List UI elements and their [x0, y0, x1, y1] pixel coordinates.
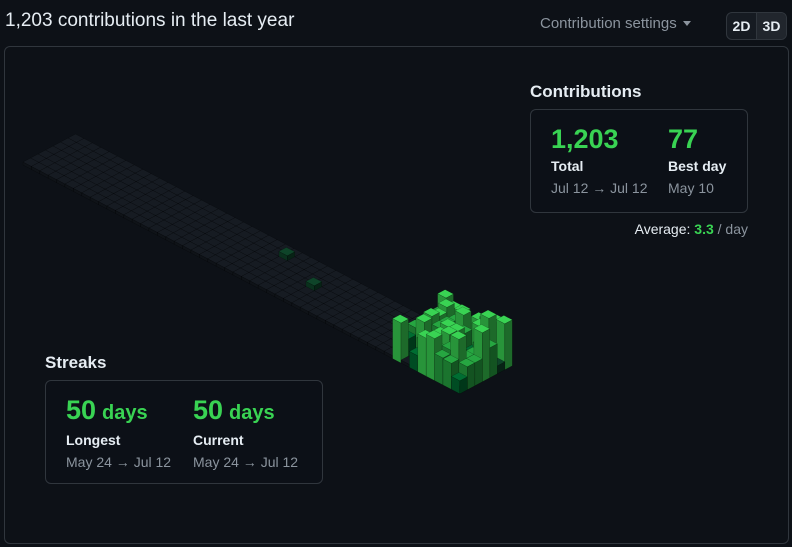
contribution-cell-face [417, 333, 427, 377]
best-day-value: 77 [668, 124, 699, 154]
streaks-card: 50 days Longest May 24 → Jul 12 50 days Cu… [45, 380, 323, 484]
contribution-cell [450, 372, 468, 395]
contribution-cell-face [504, 319, 513, 371]
contribution-cell-face [392, 318, 402, 364]
longest-streak-label: Longest [66, 432, 121, 448]
total-value: 1,203 [551, 124, 619, 154]
contribution-cell-face [474, 358, 483, 387]
longest-streak-stat: 50 days Longest May 24 → Jul 12 [66, 395, 171, 472]
current-streak-unit: days [229, 402, 275, 424]
contributions-title: 1,203 contributions in the last year [5, 10, 295, 31]
current-streak-value: 50 [193, 395, 224, 425]
view-3d-button[interactable]: 3D [757, 13, 786, 39]
total-stat: 1,203 Total Jul 12 → Jul 12 [551, 124, 648, 198]
contribution-cell [392, 314, 410, 364]
contributions-heading: Contributions [530, 82, 642, 101]
average-label: Average: [634, 221, 691, 237]
average-line: Average: 3.3 / day [635, 221, 748, 237]
header: 1,203 contributions in the last year Con… [0, 0, 792, 46]
total-range: Jul 12 → Jul 12 [551, 180, 648, 196]
contribution-cell-face [489, 343, 498, 379]
current-streak-range: May 24 → Jul 12 [193, 454, 299, 470]
isometric-calendar-panel: Contributions 1,203 Total Jul 12 → Jul 1… [4, 46, 789, 544]
contribution-cell-face [467, 362, 476, 391]
contribution-settings-dropdown[interactable]: Contribution settings [540, 15, 691, 32]
contribution-cell-face [425, 333, 435, 382]
best-day-label: Best day [668, 158, 727, 174]
longest-streak-range: May 24 → Jul 12 [66, 454, 172, 470]
contributions-card: 1,203 Total Jul 12 → Jul 12 77 Best day … [530, 109, 748, 213]
longest-streak-unit: days [102, 402, 148, 424]
best-day-date: May 10 [668, 180, 714, 196]
contribution-cell-face [482, 328, 491, 383]
streaks-heading: Streaks [45, 353, 107, 372]
longest-streak-value: 50 [66, 395, 97, 425]
total-label: Total [551, 158, 584, 174]
contribution-settings-label: Contribution settings [540, 15, 677, 32]
chevron-down-icon [682, 21, 691, 26]
current-streak-label: Current [193, 432, 244, 448]
current-streak-stat: 50 days Current May 24 → Jul 12 [193, 395, 298, 472]
contribution-cell-face [442, 358, 452, 390]
average-unit: / day [717, 221, 748, 237]
average-value: 3.3 [694, 221, 714, 237]
contribution-cell-face [434, 353, 444, 386]
view-2d-button[interactable]: 2D [727, 13, 756, 39]
best-day-stat: 77 Best day May 10 [668, 124, 726, 198]
view-toggle: 2D 3D [726, 12, 787, 40]
